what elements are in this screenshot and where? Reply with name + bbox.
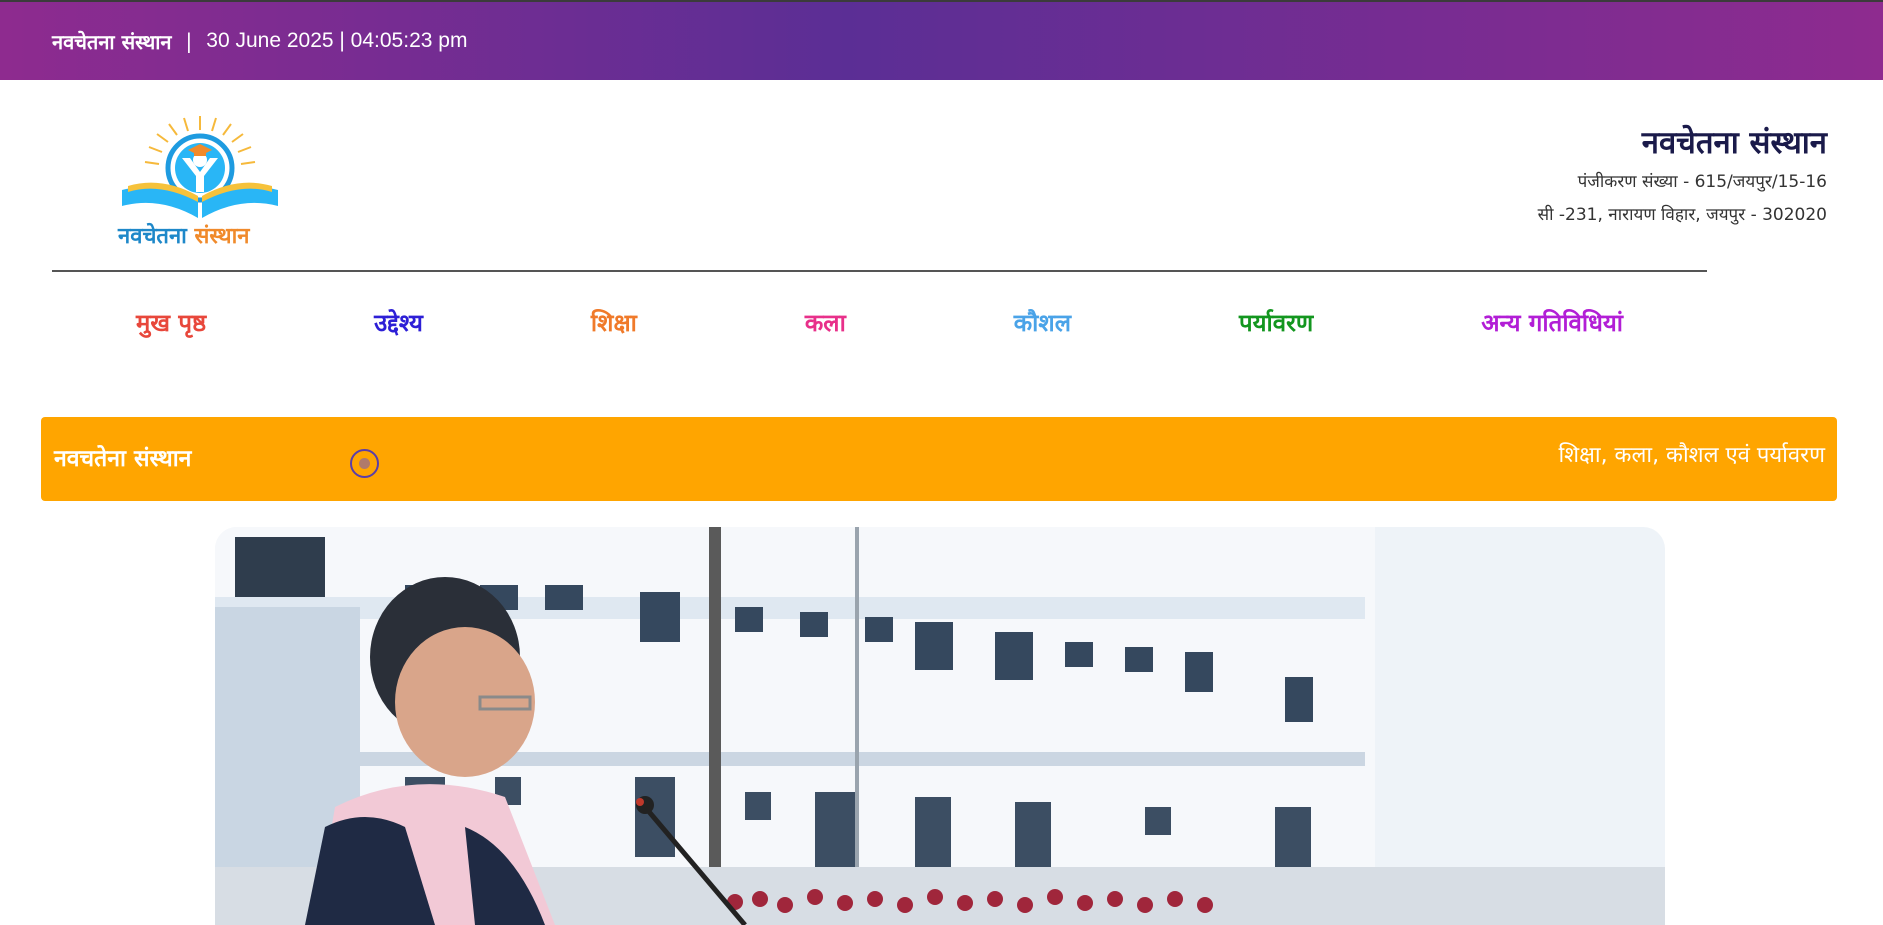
ticker-message: शिक्षा, कला, कौशल एवं पर्यावरण (1558, 443, 1825, 468)
nav-item-other-activities[interactable]: अन्य गतिविधियां (1481, 306, 1623, 339)
topbar-org-name: नवचेतना संस्थान (52, 29, 172, 54)
top-info-bar: नवचेतना संस्थान | 30 June 2025 | 04:05:2… (0, 0, 1883, 80)
logo-text-part1: नवचेतना (118, 224, 187, 249)
nav-item-skills[interactable]: कौशल (1014, 306, 1071, 339)
nav-item-education[interactable]: शिक्षा (591, 306, 637, 339)
nav-item-home[interactable]: मुख पृष्ठ (136, 306, 206, 339)
org-info: नवचेतना संस्थान पंजीकरण संख्या - 615/जयप… (1538, 120, 1827, 232)
nav-item-objectives[interactable]: उद्देश्य (374, 306, 423, 339)
hero-photo (215, 527, 1665, 925)
news-ticker: नवचतेना संस्थान शिक्षा, कला, कौशल एवं पर… (41, 417, 1837, 501)
nav-item-environment[interactable]: पर्यावरण (1239, 306, 1313, 339)
ticker-label: नवचतेना संस्थान (54, 446, 192, 472)
nav-item-art[interactable]: कला (805, 306, 846, 339)
hero-image (215, 527, 1665, 925)
org-name: नवचेतना संस्थान (1641, 125, 1827, 161)
logo-text: नवचेतना संस्थान (118, 220, 250, 250)
topbar-datetime: 30 June 2025 | 04:05:23 pm (206, 29, 468, 52)
registration-number: पंजीकरण संख्या - 615/जयपुर/15-16 (1577, 172, 1827, 192)
topbar-separator: | (185, 29, 193, 53)
main-nav: मुख पृष्ठ उद्देश्य शिक्षा कला कौशल पर्या… (52, 300, 1707, 344)
org-address: सी -231, नारायण विहार, जयपुर - 302020 (1537, 205, 1827, 225)
header-divider (52, 270, 1707, 272)
logo-text-part2: संस्थान (194, 224, 250, 249)
ticker-pause-icon[interactable] (350, 449, 379, 478)
